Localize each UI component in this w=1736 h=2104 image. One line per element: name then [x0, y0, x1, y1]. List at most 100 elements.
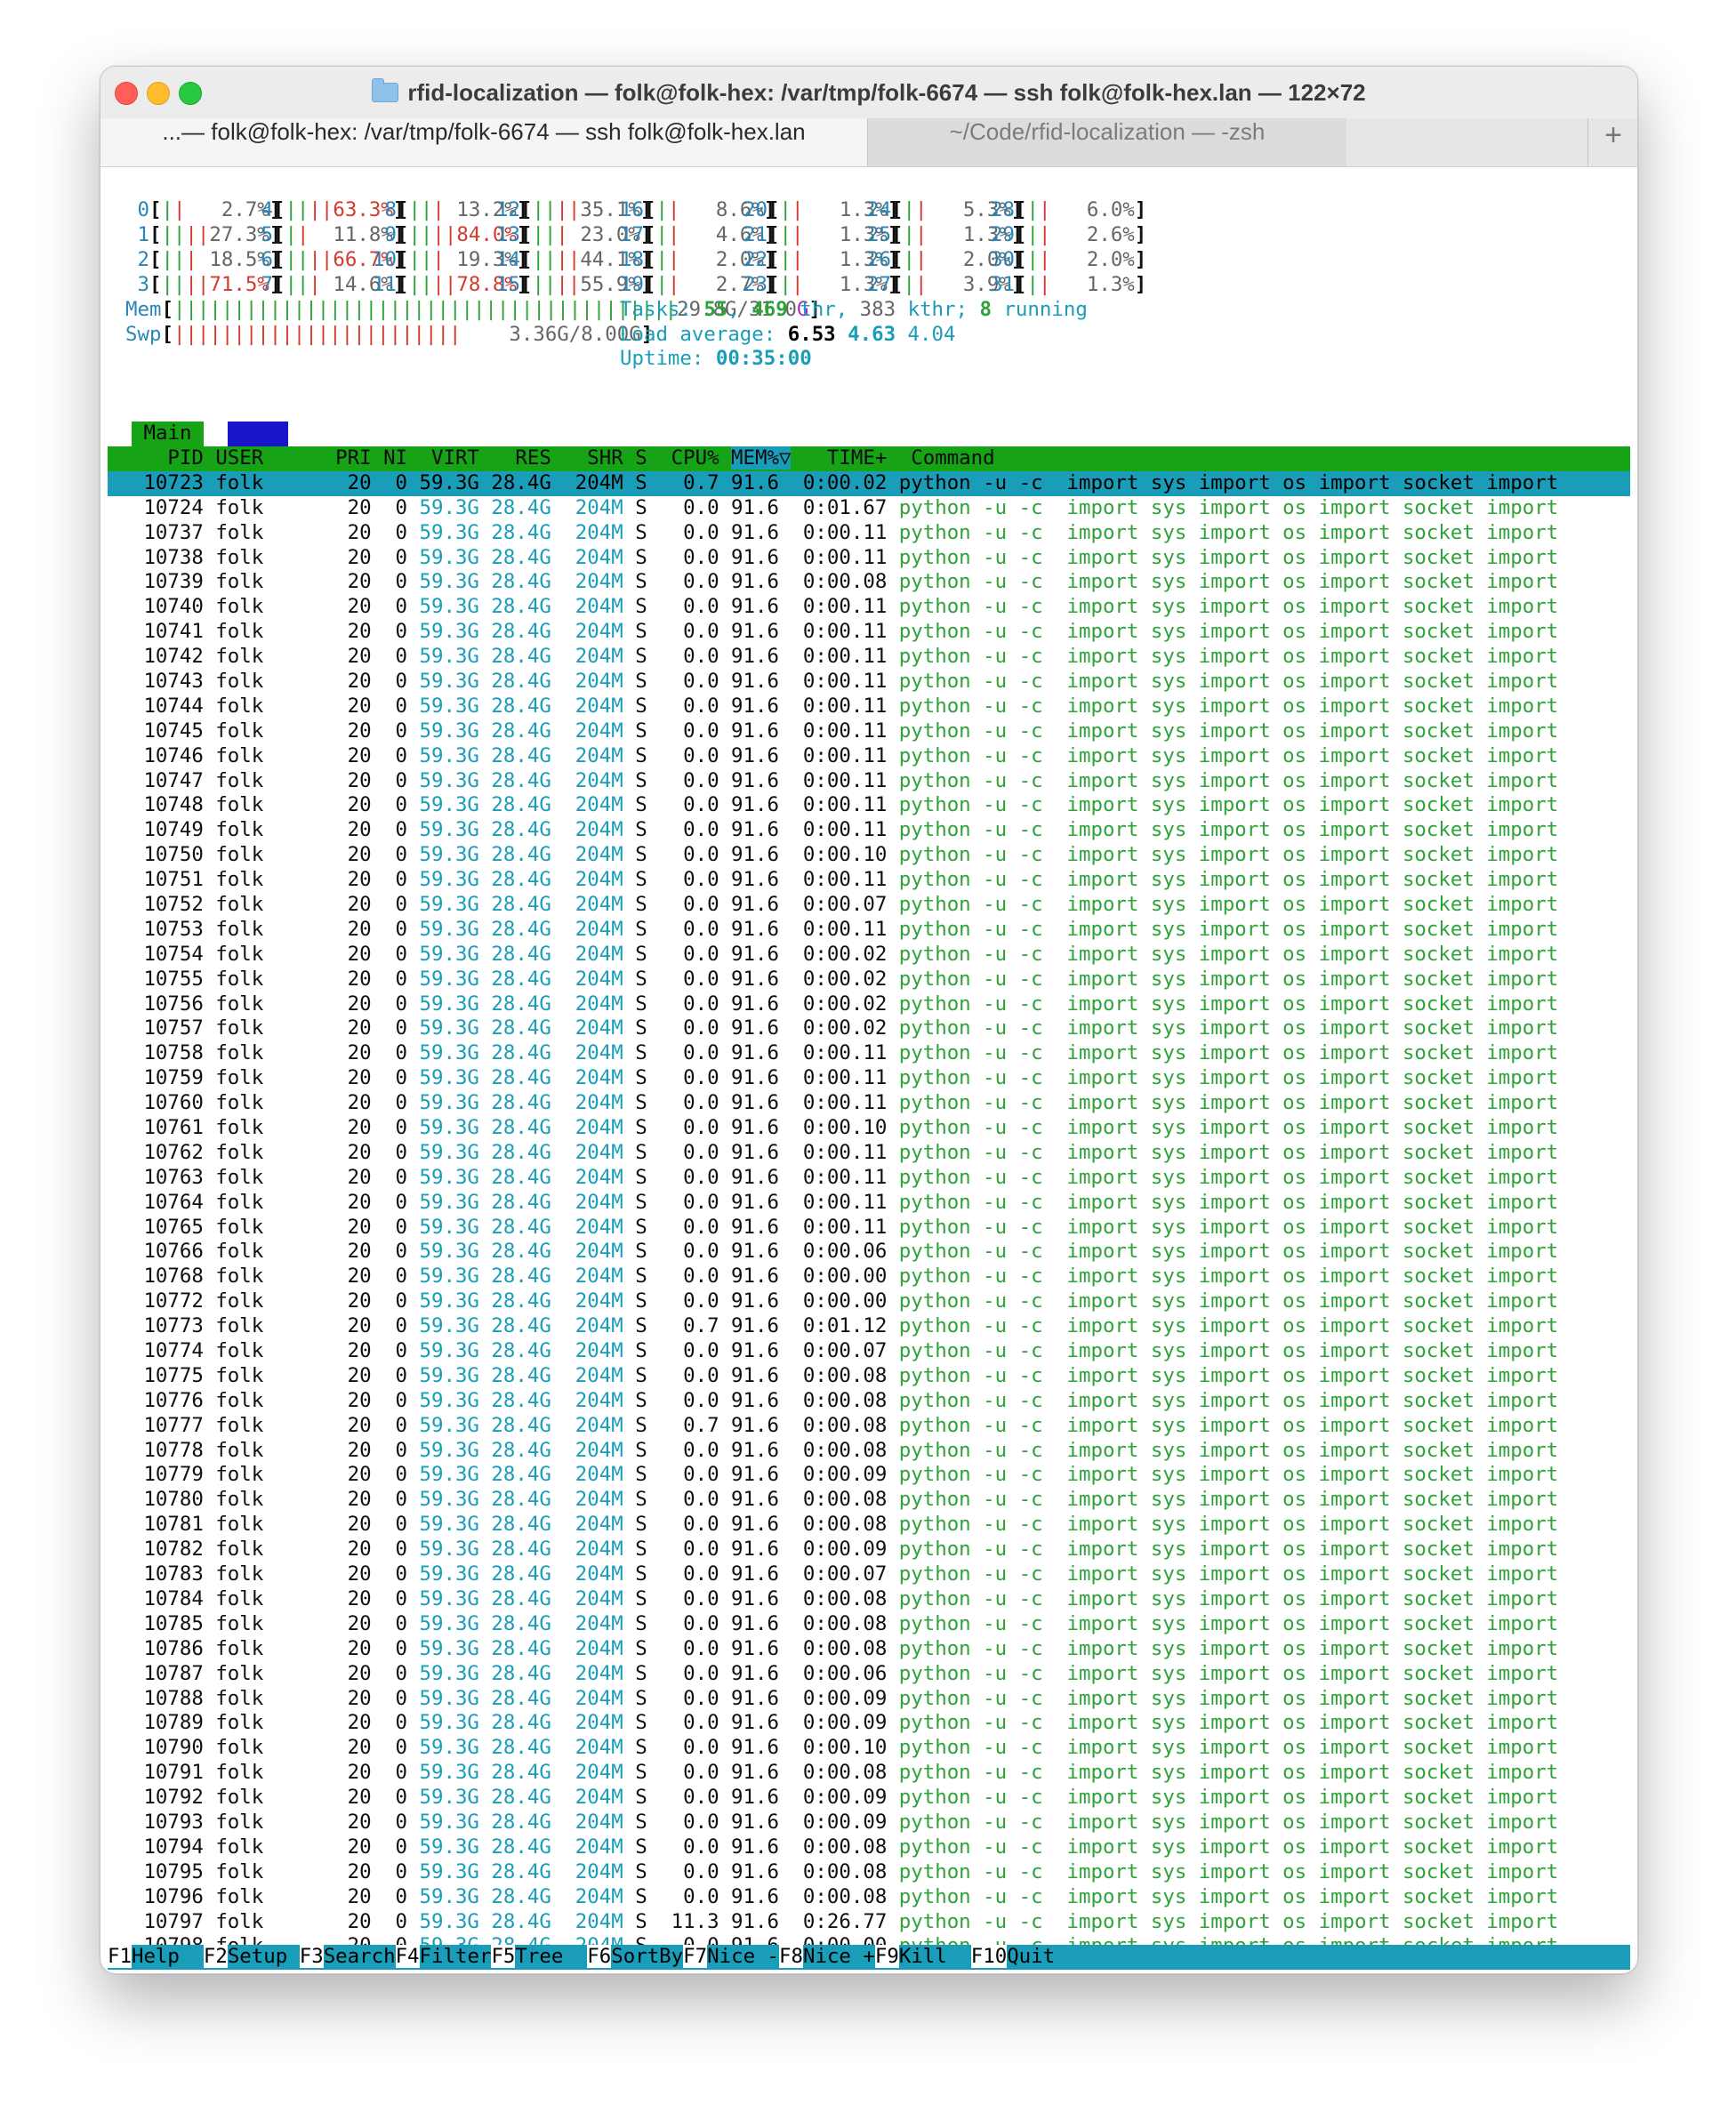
fkey-f6[interactable]: F6SortBy: [587, 1945, 683, 1969]
process-row[interactable]: 10785 folk 20 0 59.3G 28.4G 204M S 0.0 9…: [108, 1612, 1630, 1637]
pri: 20: [323, 1265, 384, 1289]
process-row[interactable]: 10751 folk 20 0 59.3G 28.4G 204M S 0.0 9…: [108, 868, 1630, 893]
process-row[interactable]: 10743 folk 20 0 59.3G 28.4G 204M S 0.0 9…: [108, 670, 1630, 695]
cpu-pct: 0.0: [659, 1215, 732, 1239]
shr: 204M: [563, 645, 636, 669]
process-row[interactable]: 10793 folk 20 0 59.3G 28.4G 204M S 0.0 9…: [108, 1811, 1630, 1835]
process-row[interactable]: 10773 folk 20 0 59.3G 28.4G 204M S 0.7 9…: [108, 1314, 1630, 1339]
process-row[interactable]: 10778 folk 20 0 59.3G 28.4G 204M S 0.0 9…: [108, 1439, 1630, 1464]
process-row[interactable]: 10779 folk 20 0 59.3G 28.4G 204M S 0.0 9…: [108, 1463, 1630, 1488]
process-row[interactable]: 10754 folk 20 0 59.3G 28.4G 204M S 0.0 9…: [108, 943, 1630, 968]
fkey-f5[interactable]: F5Tree: [491, 1945, 587, 1969]
process-row[interactable]: 10756 folk 20 0 59.3G 28.4G 204M S 0.0 9…: [108, 992, 1630, 1017]
process-row[interactable]: 10748 folk 20 0 59.3G 28.4G 204M S 0.0 9…: [108, 793, 1630, 818]
process-row[interactable]: 10759 folk 20 0 59.3G 28.4G 204M S 0.0 9…: [108, 1066, 1630, 1091]
process-row[interactable]: 10787 folk 20 0 59.3G 28.4G 204M S 0.0 9…: [108, 1662, 1630, 1687]
mem-pct: 91.6: [731, 942, 792, 966]
res: 28.4G: [491, 1513, 564, 1537]
process-row[interactable]: 10775 folk 20 0 59.3G 28.4G 204M S 0.0 9…: [108, 1364, 1630, 1389]
process-row[interactable]: 10765 folk 20 0 59.3G 28.4G 204M S 0.0 9…: [108, 1216, 1630, 1241]
fkey-f7[interactable]: F7Nice -: [683, 1945, 779, 1969]
cpu-meter-31: 31[|| 1.3%]: [991, 272, 1147, 296]
process-row[interactable]: 10792 folk 20 0 59.3G 28.4G 204M S 0.0 9…: [108, 1786, 1630, 1811]
process-row[interactable]: 10724 folk 20 0 59.3G 28.4G 204M S 0.0 9…: [108, 496, 1630, 521]
fkey-f4[interactable]: F4Filter: [395, 1945, 491, 1969]
process-row[interactable]: 10791 folk 20 0 59.3G 28.4G 204M S 0.0 9…: [108, 1761, 1630, 1786]
process-row[interactable]: 10745 folk 20 0 59.3G 28.4G 204M S 0.0 9…: [108, 719, 1630, 744]
fkey-f3[interactable]: F3Search: [299, 1945, 396, 1969]
process-row[interactable]: 10741 folk 20 0 59.3G 28.4G 204M S 0.0 9…: [108, 620, 1630, 645]
new-tab-button[interactable]: +: [1587, 118, 1637, 166]
process-row[interactable]: 10764 folk 20 0 59.3G 28.4G 204M S 0.0 9…: [108, 1191, 1630, 1216]
process-row[interactable]: 10740 folk 20 0 59.3G 28.4G 204M S 0.0 9…: [108, 595, 1630, 620]
process-row[interactable]: 10737 folk 20 0 59.3G 28.4G 204M S 0.0 9…: [108, 521, 1630, 546]
process-row[interactable]: 10790 folk 20 0 59.3G 28.4G 204M S 0.0 9…: [108, 1736, 1630, 1761]
process-row[interactable]: 10761 folk 20 0 59.3G 28.4G 204M S 0.0 9…: [108, 1116, 1630, 1141]
process-row[interactable]: 10788 folk 20 0 59.3G 28.4G 204M S 0.0 9…: [108, 1687, 1630, 1712]
process-list[interactable]: 10723 folk 20 0 59.3G 28.4G 204M S 0.7 9…: [108, 470, 1630, 1959]
mem-pct: 91.6: [731, 1190, 792, 1214]
process-row[interactable]: 10774 folk 20 0 59.3G 28.4G 204M S 0.0 9…: [108, 1339, 1630, 1364]
function-key-bar: F1Help F2Setup F3SearchF4FilterF5Tree F6…: [108, 1945, 1630, 1970]
process-row[interactable]: 10783 folk 20 0 59.3G 28.4G 204M S 0.0 9…: [108, 1562, 1630, 1587]
process-row[interactable]: 10797 folk 20 0 59.3G 28.4G 204M S 11.3 …: [108, 1910, 1630, 1935]
process-row[interactable]: 10752 folk 20 0 59.3G 28.4G 204M S 0.0 9…: [108, 893, 1630, 918]
virt: 59.3G: [419, 1859, 492, 1883]
fkey-f9[interactable]: F9Kill: [874, 1945, 971, 1969]
process-row[interactable]: 10723 folk 20 0 59.3G 28.4G 204M S 0.7 9…: [108, 470, 1630, 496]
process-row[interactable]: 10744 folk 20 0 59.3G 28.4G 204M S 0.0 9…: [108, 695, 1630, 719]
process-row[interactable]: 10755 folk 20 0 59.3G 28.4G 204M S 0.0 9…: [108, 968, 1630, 992]
process-row[interactable]: 10742 folk 20 0 59.3G 28.4G 204M S 0.0 9…: [108, 645, 1630, 670]
process-row[interactable]: 10750 folk 20 0 59.3G 28.4G 204M S 0.0 9…: [108, 843, 1630, 868]
process-row[interactable]: 10777 folk 20 0 59.3G 28.4G 204M S 0.7 9…: [108, 1414, 1630, 1439]
process-row[interactable]: 10784 folk 20 0 59.3G 28.4G 204M S 0.0 9…: [108, 1587, 1630, 1612]
fkey-f2[interactable]: F2Setup: [203, 1945, 300, 1969]
virt: 59.3G: [419, 1538, 492, 1562]
load-1: 6.53: [787, 322, 836, 346]
cpu-id: 1: [125, 222, 149, 246]
process-row[interactable]: 10760 folk 20 0 59.3G 28.4G 204M S 0.0 9…: [108, 1091, 1630, 1116]
process-row[interactable]: 10746 folk 20 0 59.3G 28.4G 204M S 0.0 9…: [108, 744, 1630, 769]
pri: 20: [323, 1909, 384, 1933]
process-row[interactable]: 10794 folk 20 0 59.3G 28.4G 204M S 0.0 9…: [108, 1835, 1630, 1860]
process-row[interactable]: 10738 folk 20 0 59.3G 28.4G 204M S 0.0 9…: [108, 546, 1630, 571]
process-row[interactable]: 10789 folk 20 0 59.3G 28.4G 204M S 0.0 9…: [108, 1711, 1630, 1736]
tasks-count: 55: [703, 297, 728, 321]
screen-tab-io[interactable]: I/O: [228, 422, 288, 446]
process-row[interactable]: 10758 folk 20 0 59.3G 28.4G 204M S 0.0 9…: [108, 1041, 1630, 1066]
time: 0:00.10: [791, 1736, 899, 1760]
state: S: [635, 545, 660, 569]
process-row[interactable]: 10781 folk 20 0 59.3G 28.4G 204M S 0.0 9…: [108, 1513, 1630, 1538]
process-row[interactable]: 10772 folk 20 0 59.3G 28.4G 204M S 0.0 9…: [108, 1289, 1630, 1314]
terminal-content[interactable]: 0[|| 2.7%] 1[||||27.3%] 2[||| 18.5%] 3[|…: [108, 198, 1630, 1970]
process-row[interactable]: 10757 folk 20 0 59.3G 28.4G 204M S 0.0 9…: [108, 1016, 1630, 1041]
process-row[interactable]: 10796 folk 20 0 59.3G 28.4G 204M S 0.0 9…: [108, 1885, 1630, 1910]
process-row[interactable]: 10780 folk 20 0 59.3G 28.4G 204M S 0.0 9…: [108, 1488, 1630, 1513]
process-row[interactable]: 10766 folk 20 0 59.3G 28.4G 204M S 0.0 9…: [108, 1240, 1630, 1265]
process-row[interactable]: 10776 folk 20 0 59.3G 28.4G 204M S 0.0 9…: [108, 1389, 1630, 1414]
time: 0:26.77: [791, 1909, 899, 1933]
user: folk: [215, 818, 324, 842]
fkey-f10[interactable]: F10Quit: [970, 1945, 1055, 1969]
process-row[interactable]: 10782 folk 20 0 59.3G 28.4G 204M S 0.0 9…: [108, 1538, 1630, 1562]
process-row[interactable]: 10753 folk 20 0 59.3G 28.4G 204M S 0.0 9…: [108, 918, 1630, 943]
cpu-value: 1.3%: [1050, 272, 1135, 296]
title-bar[interactable]: rfid-localization — folk@folk-hex: /var/…: [100, 67, 1637, 118]
state: S: [635, 1611, 660, 1635]
screen-tab-main[interactable]: Main: [132, 422, 204, 446]
fkey-f8[interactable]: F8Nice +: [779, 1945, 875, 1969]
process-row[interactable]: 10763 folk 20 0 59.3G 28.4G 204M S 0.0 9…: [108, 1166, 1630, 1191]
process-row[interactable]: 10749 folk 20 0 59.3G 28.4G 204M S 0.0 9…: [108, 818, 1630, 843]
shr: 204M: [563, 768, 636, 792]
process-row[interactable]: 10762 folk 20 0 59.3G 28.4G 204M S 0.0 9…: [108, 1141, 1630, 1166]
process-row[interactable]: 10739 folk 20 0 59.3G 28.4G 204M S 0.0 9…: [108, 570, 1630, 595]
process-row[interactable]: 10747 folk 20 0 59.3G 28.4G 204M S 0.0 9…: [108, 769, 1630, 794]
tab-zsh[interactable]: ~/Code/rfid-localization — -zsh: [867, 118, 1346, 166]
tab-ssh-session[interactable]: ...— folk@folk-hex: /var/tmp/folk-6674 —…: [100, 118, 867, 166]
process-row[interactable]: 10768 folk 20 0 59.3G 28.4G 204M S 0.0 9…: [108, 1265, 1630, 1289]
column-header[interactable]: PID USER PRI NI VIRT RES SHR S CPU% MEM%…: [108, 446, 1630, 471]
process-row[interactable]: 10786 folk 20 0 59.3G 28.4G 204M S 0.0 9…: [108, 1637, 1630, 1662]
fkey-f1[interactable]: F1Help: [108, 1945, 204, 1969]
process-row[interactable]: 10795 folk 20 0 59.3G 28.4G 204M S 0.0 9…: [108, 1860, 1630, 1885]
cpu-pct: 0.0: [659, 843, 732, 867]
